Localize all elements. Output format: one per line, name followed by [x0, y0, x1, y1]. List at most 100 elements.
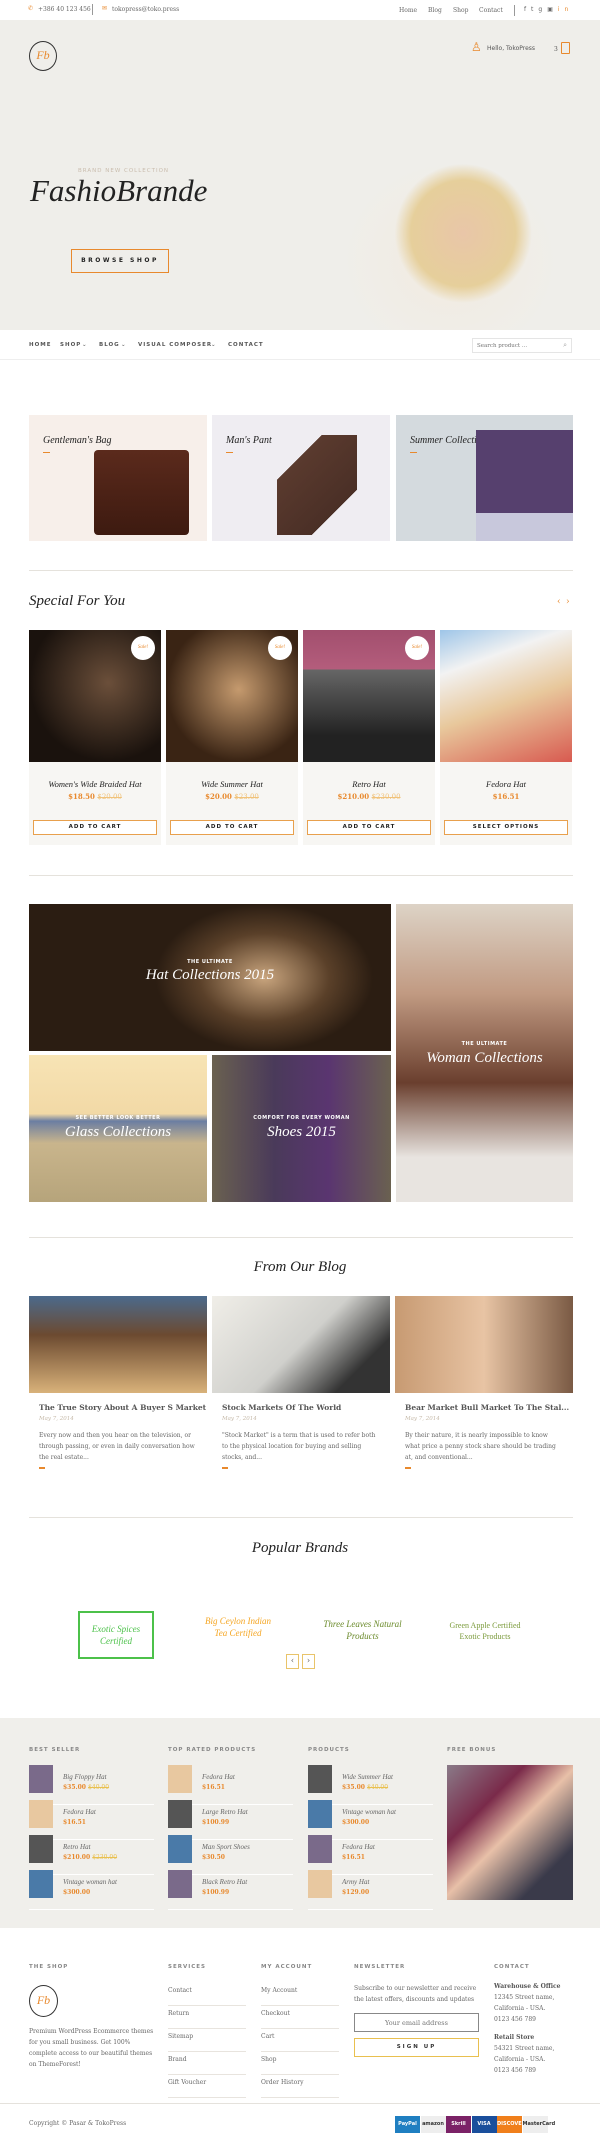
product-name[interactable]: Retro Hat — [303, 779, 435, 789]
brand-logo-three-leaves[interactable]: Three Leaves Natural Products — [320, 1618, 405, 1642]
google-plus-icon[interactable]: g — [538, 6, 547, 13]
widget-product-item[interactable]: Man Sport Shoes $30.50 — [168, 1835, 293, 1875]
select-options-button[interactable]: SELECT OPTIONS — [444, 820, 568, 835]
product-name[interactable]: Large Retro Hat — [202, 1808, 248, 1816]
footer-link[interactable]: Shop — [261, 2052, 339, 2075]
blog-post-title[interactable]: The True Story About A Buyer S Market — [39, 1403, 207, 1412]
product-name[interactable]: Army Hat — [342, 1878, 369, 1886]
toplink-shop[interactable]: Shop — [453, 7, 468, 14]
footer-link[interactable]: Sitemap — [168, 2029, 246, 2052]
nav-shop[interactable]: SHOP — [60, 342, 81, 348]
browse-shop-button[interactable]: BROWSE SHOP — [71, 249, 169, 273]
linkedin-icon[interactable]: in — [558, 6, 573, 13]
read-more-link[interactable] — [405, 1467, 411, 1469]
nav-home[interactable]: HOME — [29, 342, 52, 348]
blog-image[interactable] — [212, 1296, 390, 1393]
product-thumbnail[interactable] — [308, 1800, 332, 1828]
product-thumbnail[interactable] — [308, 1765, 332, 1793]
category-tile-summer[interactable]: Summer Collection — [396, 415, 573, 541]
product-card[interactable]: Sale! Retro Hat $210.00 $230.00 ADD TO C… — [303, 630, 435, 845]
read-more-link[interactable] — [39, 1467, 45, 1469]
brand-logo-green-apple[interactable]: Green Apple Certified Exotic Products — [440, 1620, 530, 1642]
product-thumbnail[interactable] — [168, 1835, 192, 1863]
blog-post-title[interactable]: Stock Markets Of The World — [222, 1403, 390, 1412]
instagram-icon[interactable]: ▣ — [547, 6, 558, 13]
product-card[interactable]: Sale! Women's Wide Braided Hat $18.50 $2… — [29, 630, 161, 845]
product-name[interactable]: Vintage woman hat — [342, 1808, 396, 1816]
blog-post-title[interactable]: Bear Market Bull Market To The Stal... — [405, 1403, 573, 1412]
product-name[interactable]: Wide Summer Hat — [166, 779, 298, 789]
product-image[interactable] — [440, 630, 572, 762]
product-name[interactable]: Fedora Hat — [342, 1843, 375, 1851]
email-link[interactable]: tokopress@toko.press — [112, 6, 179, 13]
add-to-cart-button[interactable]: ADD TO CART — [170, 820, 294, 835]
widget-product-item[interactable]: Retro Hat $210.00 $230.00 — [29, 1835, 154, 1875]
user-greeting[interactable]: Hello, TokoPress — [487, 45, 535, 52]
brand-logo-exotic-spices[interactable]: Exotic Spices Certified — [78, 1611, 154, 1659]
newsletter-email-input[interactable] — [354, 2013, 479, 2032]
add-to-cart-button[interactable]: ADD TO CART — [33, 820, 157, 835]
category-tile-pant[interactable]: Man's Pant — [212, 415, 390, 541]
brands-prev-button[interactable]: ‹ — [286, 1654, 299, 1669]
widget-product-item[interactable]: Large Retro Hat $100.99 — [168, 1800, 293, 1840]
widget-product-item[interactable]: Fedora Hat $16.51 — [308, 1835, 433, 1875]
user-icon[interactable]: ♙ — [471, 40, 482, 54]
footer-link[interactable]: Order History — [261, 2075, 339, 2098]
product-thumbnail[interactable] — [168, 1800, 192, 1828]
search-icon[interactable]: ⌕ — [563, 341, 567, 350]
product-thumbnail[interactable] — [308, 1870, 332, 1898]
sign-up-button[interactable]: SIGN UP — [354, 2038, 479, 2057]
footer-link[interactable]: Brand — [168, 2052, 246, 2075]
product-thumbnail[interactable] — [168, 1870, 192, 1898]
product-name[interactable]: Big Floppy Hat — [63, 1773, 107, 1781]
category-tile-bag[interactable]: Gentleman's Bag — [29, 415, 207, 541]
footer-link[interactable]: Cart — [261, 2029, 339, 2052]
logo[interactable]: Fb — [29, 41, 57, 71]
blog-post[interactable]: The True Story About A Buyer S Market Ma… — [29, 1296, 207, 1469]
product-image[interactable]: Sale! — [303, 630, 435, 762]
social-icons[interactable]: ftg▣in — [524, 6, 573, 13]
product-name[interactable]: Fedora Hat — [63, 1808, 96, 1816]
nav-visual-composer[interactable]: VISUAL COMPOSER — [138, 342, 212, 348]
toplink-home[interactable]: Home — [399, 7, 417, 14]
toplink-blog[interactable]: Blog — [428, 7, 442, 14]
prev-arrow-icon[interactable]: ‹ — [557, 597, 561, 607]
search-input[interactable] — [477, 340, 557, 352]
product-name[interactable]: Women's Wide Braided Hat — [29, 779, 161, 789]
product-thumbnail[interactable] — [29, 1835, 53, 1863]
product-name[interactable]: Fedora Hat — [202, 1773, 235, 1781]
free-bonus-image[interactable] — [447, 1765, 573, 1900]
add-to-cart-button[interactable]: ADD TO CART — [307, 820, 431, 835]
widget-product-item[interactable]: Army Hat $129.00 — [308, 1870, 433, 1910]
product-thumbnail[interactable] — [29, 1800, 53, 1828]
product-thumbnail[interactable] — [29, 1870, 53, 1898]
blog-image[interactable] — [29, 1296, 207, 1393]
blog-post[interactable]: Bear Market Bull Market To The Stal... M… — [395, 1296, 573, 1469]
product-name[interactable]: Man Sport Shoes — [202, 1843, 250, 1851]
blog-image[interactable] — [395, 1296, 573, 1393]
collection-woman[interactable]: THE ULTIMATE Woman Collections — [396, 904, 573, 1202]
product-image[interactable]: Sale! — [166, 630, 298, 762]
toplink-contact[interactable]: Contact — [479, 7, 503, 14]
widget-product-item[interactable]: Fedora Hat $16.51 — [168, 1765, 293, 1805]
collection-shoes[interactable]: COMFORT FOR EVERY WOMAN Shoes 2015 — [212, 1055, 391, 1202]
facebook-icon[interactable]: f — [524, 6, 531, 13]
product-card[interactable]: Sale! Wide Summer Hat $20.00 $23.00 ADD … — [166, 630, 298, 845]
widget-product-item[interactable]: Black Retro Hat $100.99 — [168, 1870, 293, 1910]
footer-link[interactable]: Contact — [168, 1983, 246, 2006]
widget-product-item[interactable]: Wide Summer Hat $35.00 $40.00 — [308, 1765, 433, 1805]
footer-link[interactable]: Return — [168, 2006, 246, 2029]
product-name[interactable]: Wide Summer Hat — [342, 1773, 393, 1781]
next-arrow-icon[interactable]: › — [566, 597, 570, 607]
brands-next-button[interactable]: › — [302, 1654, 315, 1669]
cart-icon[interactable] — [561, 42, 570, 54]
widget-product-item[interactable]: Vintage woman hat $300.00 — [29, 1870, 154, 1910]
product-name[interactable]: Retro Hat — [63, 1843, 91, 1851]
product-card[interactable]: Fedora Hat $16.51 SELECT OPTIONS — [440, 630, 572, 845]
widget-product-item[interactable]: Vintage woman hat $300.00 — [308, 1800, 433, 1840]
footer-link[interactable]: Gift Voucher — [168, 2075, 246, 2098]
product-image[interactable]: Sale! — [29, 630, 161, 762]
product-thumbnail[interactable] — [308, 1835, 332, 1863]
product-name[interactable]: Vintage woman hat — [63, 1878, 117, 1886]
product-name[interactable]: Fedora Hat — [440, 779, 572, 789]
